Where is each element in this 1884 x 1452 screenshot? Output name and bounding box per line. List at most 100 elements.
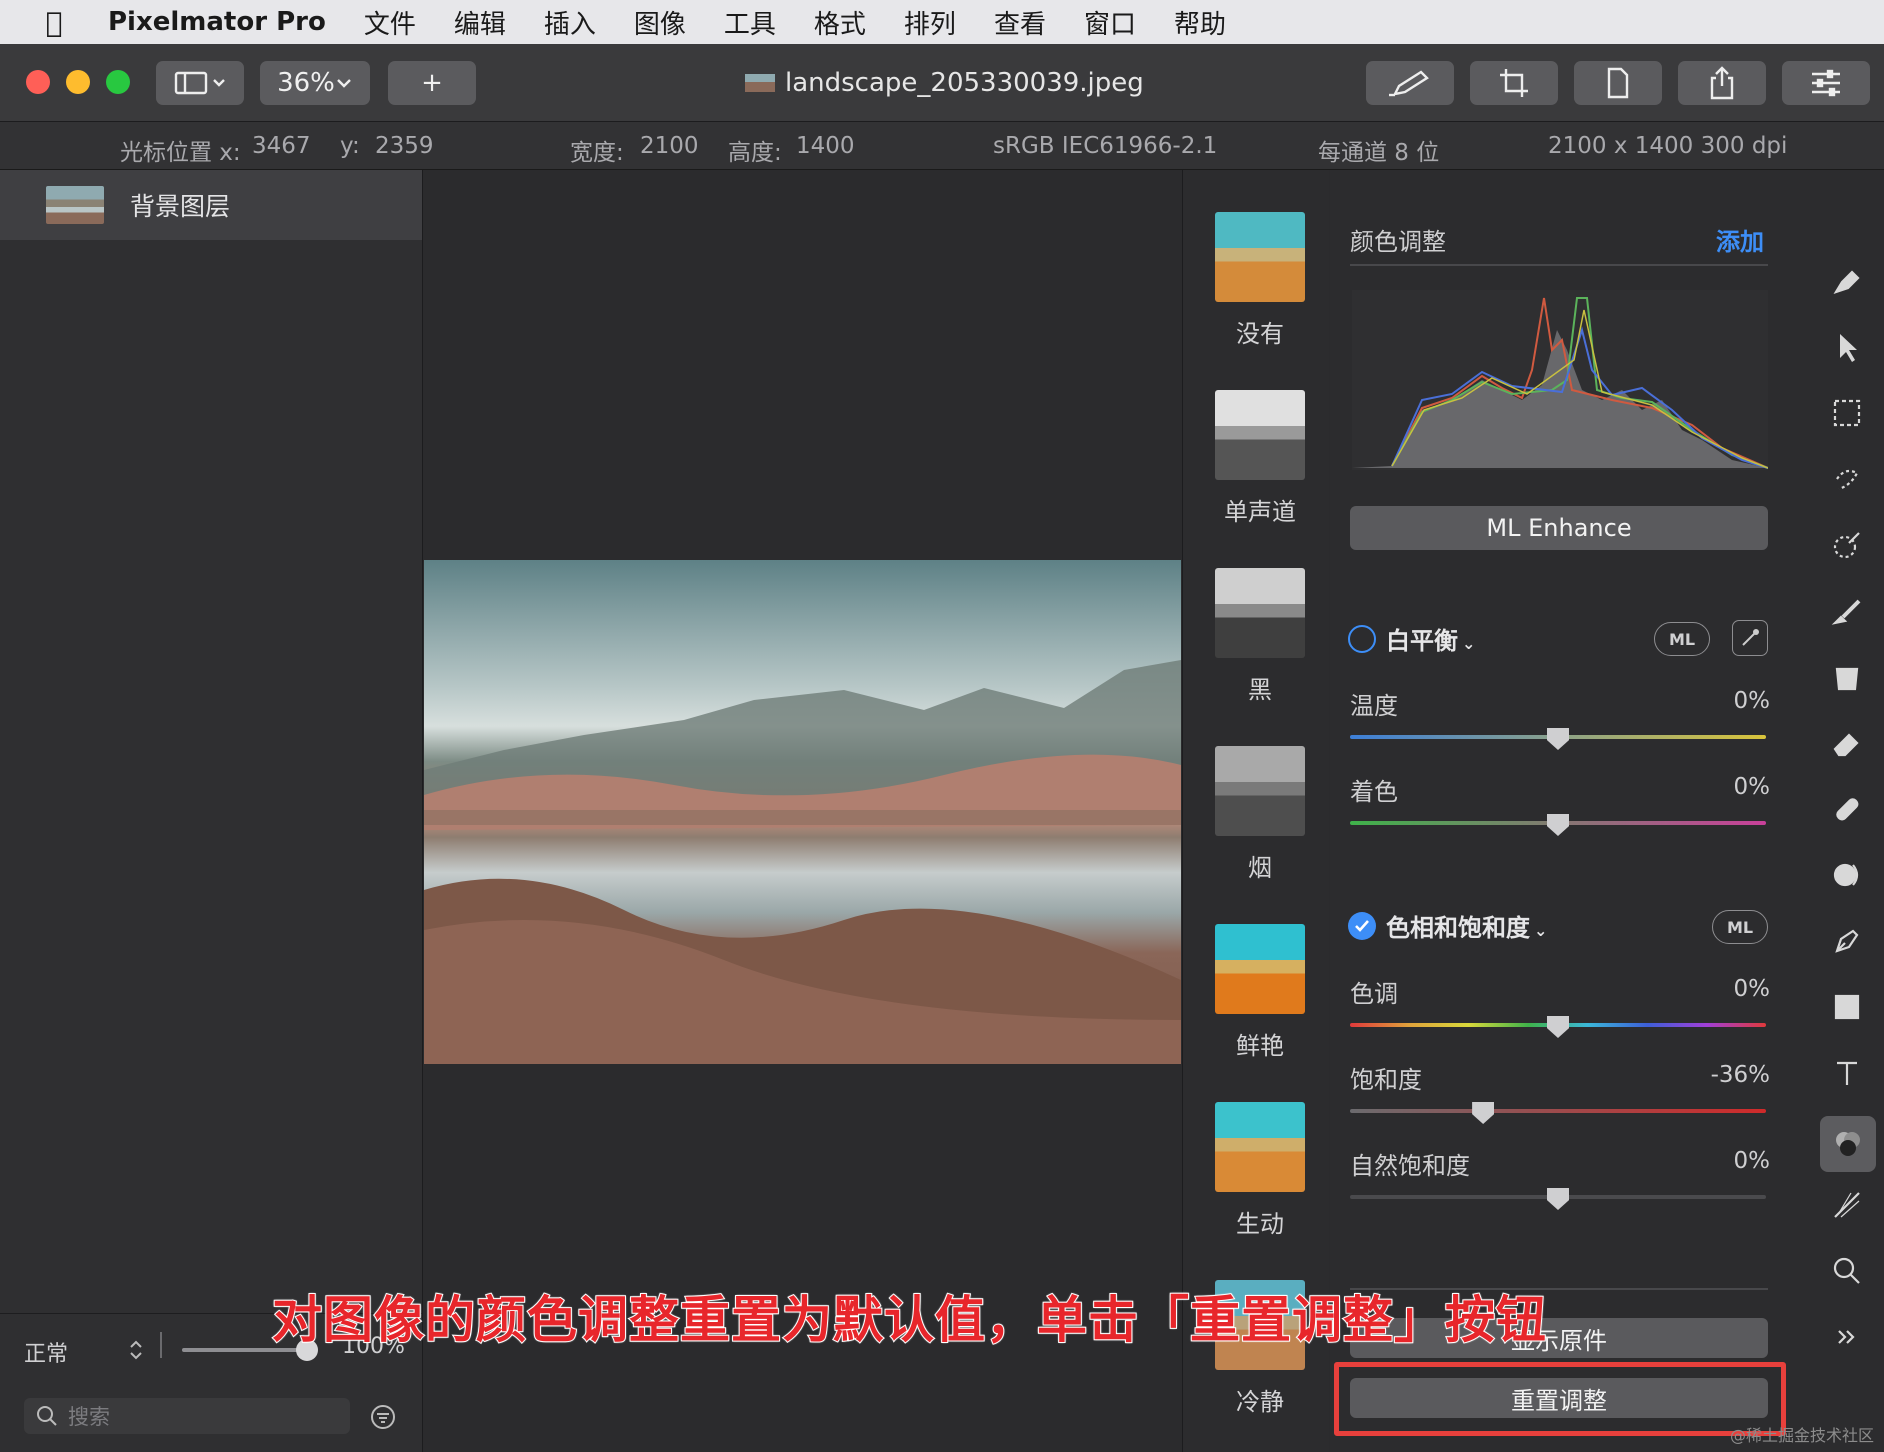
cursor-y-label: y:	[340, 133, 360, 159]
effects-tool[interactable]	[1828, 1186, 1866, 1224]
preset-smoke[interactable]: 烟	[1215, 746, 1305, 883]
arrange-tool[interactable]	[1828, 328, 1866, 366]
hue-slider-knob[interactable]	[1547, 1016, 1569, 1038]
fill-tool[interactable]	[1828, 658, 1866, 696]
hue-saturation-checkbox[interactable]	[1348, 912, 1376, 940]
crop-icon	[1500, 69, 1528, 97]
menu-image[interactable]: 图像	[634, 4, 686, 41]
color-selection-tool[interactable]	[1828, 526, 1866, 564]
canvas-area[interactable]	[424, 170, 1181, 1452]
menu-window[interactable]: 窗口	[1084, 4, 1136, 41]
hue-saturation-ml-button[interactable]: ML	[1712, 910, 1768, 944]
app-menu[interactable]: Pixelmator Pro	[108, 7, 326, 37]
sidebar-toggle-button[interactable]	[156, 61, 244, 105]
menu-tools[interactable]: 工具	[724, 4, 776, 41]
hue-label: 色调	[1350, 980, 1398, 1008]
vibrance-value: 0%	[1733, 1148, 1771, 1174]
saturation-slider[interactable]	[1350, 1109, 1766, 1113]
bit-depth: 每通道 8 位	[1318, 140, 1440, 166]
crop-button[interactable]	[1470, 61, 1558, 105]
magic-wand-icon	[1836, 469, 1859, 491]
landscape-image[interactable]	[424, 560, 1181, 1064]
menu-insert[interactable]: 插入	[544, 4, 596, 41]
saturation-slider-knob[interactable]	[1472, 1102, 1495, 1124]
selection-tool[interactable]	[1828, 394, 1866, 432]
filter-icon[interactable]	[370, 1404, 396, 1430]
up-down-chevron-icon	[130, 1340, 142, 1360]
checkmark-icon	[1355, 920, 1369, 932]
white-balance-checkbox[interactable]	[1348, 625, 1376, 653]
divider	[160, 1332, 162, 1358]
menu-arrange[interactable]: 排列	[904, 4, 956, 41]
preset-lively[interactable]: 生动	[1215, 1102, 1305, 1239]
color-select-icon	[1833, 532, 1860, 559]
white-balance-ml-button[interactable]: ML	[1654, 622, 1710, 656]
menu-help[interactable]: 帮助	[1174, 4, 1226, 41]
pen-tool[interactable]	[1828, 922, 1866, 960]
tint-slider-knob[interactable]	[1547, 814, 1569, 836]
blend-mode-select[interactable]: 正常	[24, 1336, 68, 1368]
paint-tool[interactable]	[1828, 592, 1866, 630]
paintbrush-icon	[1831, 599, 1861, 625]
zoom-window-button[interactable]	[106, 70, 130, 94]
search-field[interactable]: 搜索	[24, 1398, 350, 1434]
panel-title: 颜色调整	[1350, 228, 1446, 256]
watermark: @稀土掘金技术社区	[1729, 1426, 1874, 1445]
retouch-tool[interactable]	[1828, 790, 1866, 828]
instruction-annotation: 对图像的颜色调整重置为默认值，单击「重置调整」按钮	[271, 1290, 1547, 1350]
preset-label: 冷静	[1236, 1388, 1284, 1416]
vibrance-slider-knob[interactable]	[1547, 1188, 1569, 1210]
sidebar-icon	[174, 71, 225, 95]
presets-column: 没有 单声道 黑 烟 鲜艳 生动 冷静	[1182, 170, 1329, 1452]
temperature-slider-knob[interactable]	[1547, 728, 1569, 750]
share-button[interactable]	[1678, 61, 1766, 105]
menu-edit[interactable]: 编辑	[454, 4, 506, 41]
zoom-tool[interactable]	[1828, 1252, 1866, 1290]
adjustments-toggle-button[interactable]	[1782, 61, 1870, 105]
tint-value: 0%	[1733, 774, 1771, 800]
preset-thumbnail	[1215, 568, 1305, 658]
close-window-button[interactable]	[26, 70, 50, 94]
preset-none[interactable]: 没有	[1215, 212, 1305, 349]
menu-file[interactable]: 文件	[364, 4, 416, 41]
temperature-label: 温度	[1350, 692, 1398, 720]
preset-label: 黑	[1248, 676, 1272, 704]
preset-thumbnail	[1215, 1102, 1305, 1192]
markup-button[interactable]	[1366, 61, 1454, 105]
image-file-icon	[745, 74, 775, 92]
pointer-icon	[1840, 334, 1857, 362]
more-tools-button[interactable]	[1828, 1318, 1866, 1356]
paint-bucket-icon	[1835, 667, 1859, 691]
filename: landscape_205330039.jpeg	[785, 68, 1144, 98]
preset-black[interactable]: 黑	[1215, 568, 1305, 705]
shape-tool[interactable]	[1828, 988, 1866, 1026]
tint-label: 着色	[1350, 778, 1398, 806]
eyedropper-button[interactable]	[1732, 620, 1768, 656]
type-tool[interactable]	[1828, 1054, 1866, 1092]
color-adjustments-tool[interactable]	[1820, 1116, 1876, 1172]
document-button[interactable]	[1574, 61, 1662, 105]
menu-format[interactable]: 格式	[814, 4, 866, 41]
add-button[interactable]: +	[388, 61, 476, 105]
plus-label: +	[421, 68, 443, 98]
preset-vivid[interactable]: 鲜艳	[1215, 924, 1305, 1061]
white-balance-title[interactable]: 白平衡 ⌄	[1386, 621, 1475, 656]
preset-mono[interactable]: 单声道	[1215, 390, 1305, 527]
white-balance-label: 白平衡	[1386, 627, 1458, 655]
hue-saturation-title[interactable]: 色相和饱和度 ⌄	[1386, 908, 1547, 943]
style-tool[interactable]	[1828, 262, 1866, 300]
apple-logo-icon[interactable]: 	[0, 6, 108, 39]
add-adjustment-link[interactable]: 添加	[1716, 222, 1764, 257]
zoom-dropdown[interactable]: 36%	[260, 61, 370, 105]
menu-bar:  Pixelmator Pro 文件 编辑 插入 图像 工具 格式 排列 查看…	[0, 0, 1884, 44]
menu-view[interactable]: 查看	[994, 4, 1046, 41]
erase-tool[interactable]	[1828, 724, 1866, 762]
minimize-window-button[interactable]	[66, 70, 90, 94]
quick-selection-tool[interactable]	[1828, 460, 1866, 498]
layers-panel: 背景图层 正常 100% 搜索	[0, 170, 423, 1452]
layer-row[interactable]: 背景图层	[0, 170, 422, 240]
saturation-value: -36%	[1710, 1062, 1770, 1088]
search-placeholder: 搜索	[68, 1405, 110, 1429]
ml-enhance-button[interactable]: ML Enhance	[1350, 506, 1768, 550]
distort-tool[interactable]	[1828, 856, 1866, 894]
